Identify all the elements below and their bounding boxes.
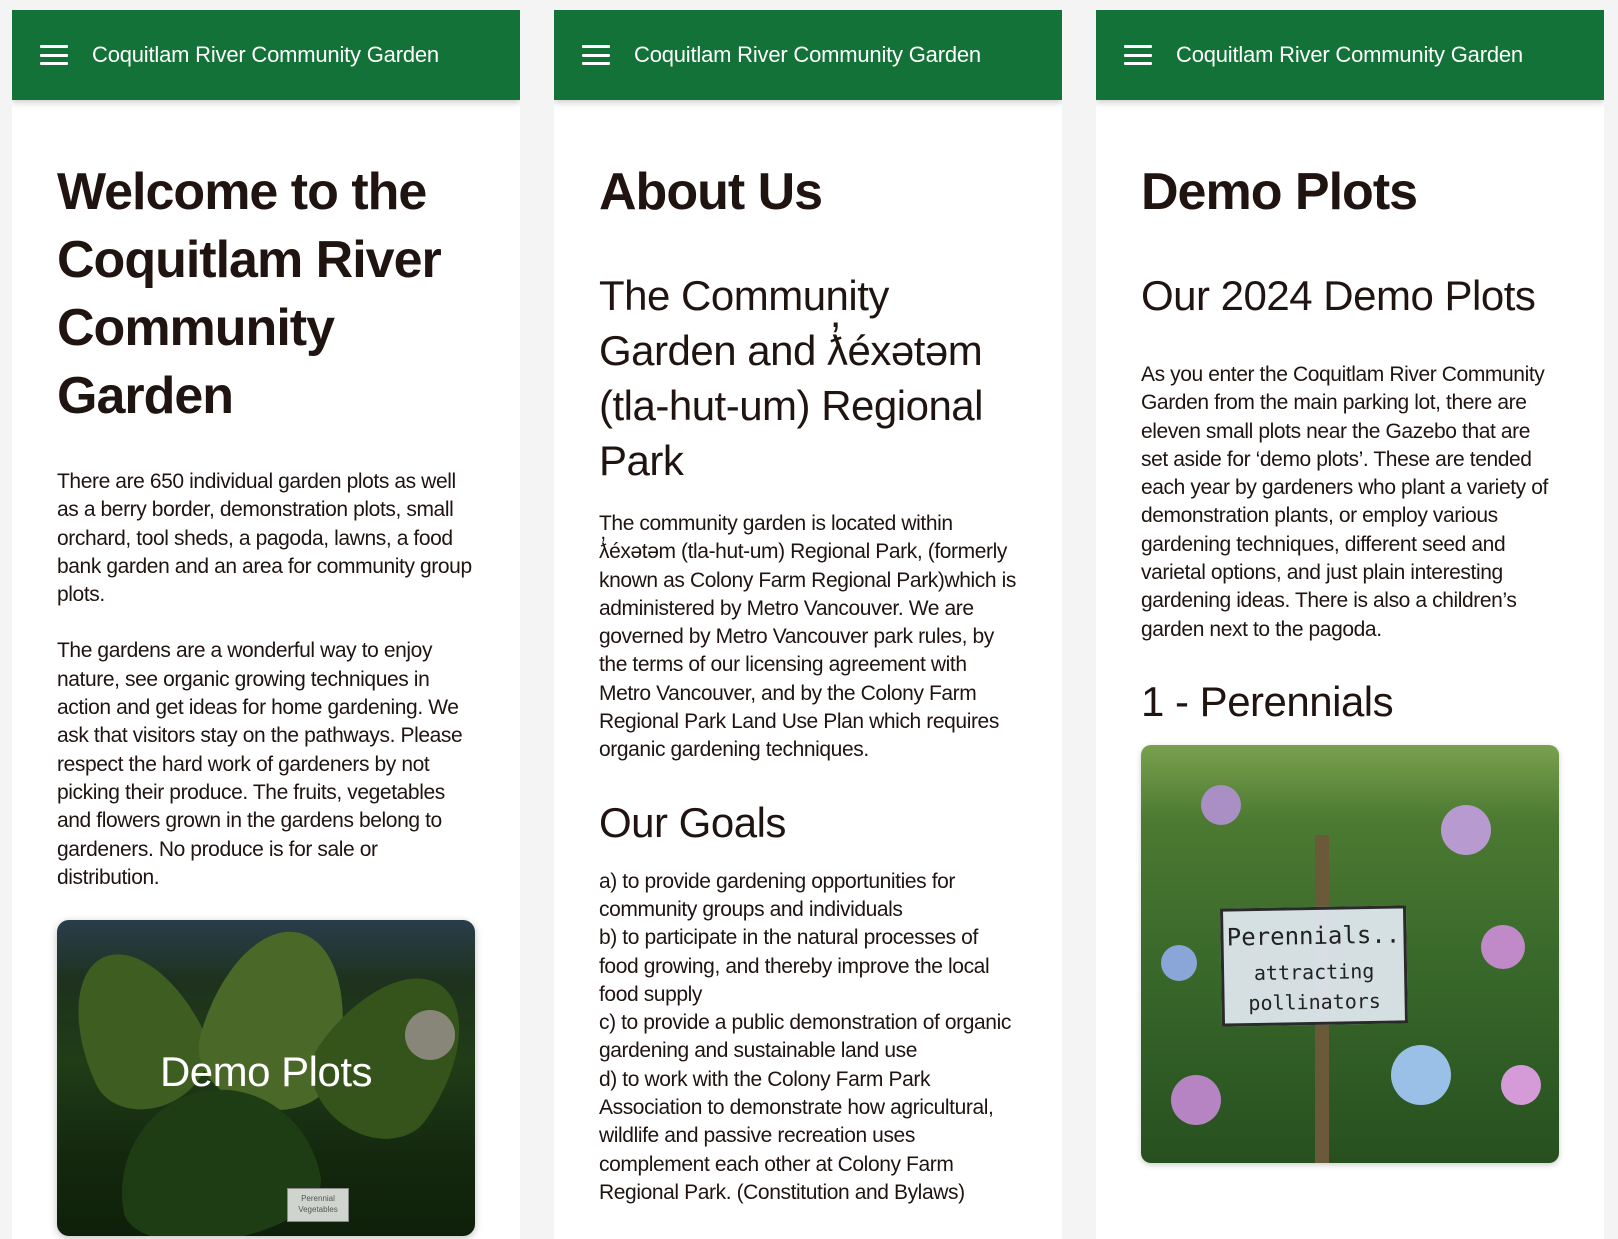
demo-plots-screen: Coquitlam River Community Garden Demo Pl…	[1096, 10, 1604, 1239]
home-content: Welcome to the Coquitlam River Community…	[12, 100, 520, 1237]
goal-item: c) to provide a public demonstration of …	[599, 1011, 1011, 1063]
hamburger-menu-icon[interactable]	[40, 45, 68, 65]
app-title: Coquitlam River Community Garden	[634, 42, 981, 67]
page-title: About Us	[599, 163, 823, 221]
app-title: Coquitlam River Community Garden	[1176, 42, 1523, 67]
about-screen: Coquitlam River Community Garden About U…	[554, 10, 1062, 1239]
goals-heading: Our Goals	[599, 798, 786, 846]
intro-paragraph: There are 650 individual garden plots as…	[57, 470, 472, 607]
about-content: About Us The Community Garden and ƛ̓éxət…	[554, 100, 1062, 1207]
flower-cluster	[1171, 1074, 1221, 1125]
plot-heading: 1 - Perennials	[1141, 677, 1394, 725]
app-bar: Coquitlam River Community Garden	[554, 10, 1062, 100]
perennials-photo: Perennials.. attracting pollinators	[1141, 744, 1559, 1163]
home-screen: Coquitlam River Community Garden Welcome…	[12, 10, 520, 1239]
demo-plots-card[interactable]: Perennial Vegetables Demo Plots	[57, 920, 475, 1237]
app-bar: Coquitlam River Community Garden	[1096, 10, 1604, 100]
section-heading: The Community Garden and ƛ̓éxətəm (tla-h…	[599, 272, 984, 484]
page-title: Demo Plots	[1141, 163, 1418, 221]
section-heading: Our 2024 Demo Plots	[1141, 272, 1536, 319]
sign-line-2: attracting	[1253, 958, 1375, 986]
flower-cluster	[1481, 924, 1525, 969]
hamburger-menu-icon[interactable]	[1124, 45, 1152, 65]
goal-item: d) to work with the Colony Farm Park Ass…	[599, 1067, 994, 1204]
page-title: Welcome to the Coquitlam River Community…	[57, 163, 442, 425]
demo-content: Demo Plots Our 2024 Demo Plots As you en…	[1096, 100, 1604, 1163]
flower-cluster	[1391, 1044, 1451, 1105]
visitor-paragraph: The gardens are a wonderful way to enjoy…	[57, 639, 463, 889]
perennials-sign: Perennials.. attracting pollinators	[1219, 905, 1409, 1027]
flower-cluster	[1161, 944, 1197, 981]
goal-item: a) to provide gardening opportunities fo…	[599, 869, 956, 921]
goals-list: a) to provide gardening opportunities fo…	[599, 868, 1017, 1208]
app-title: Coquitlam River Community Garden	[92, 42, 439, 67]
perennial-sign: Perennial Vegetables	[287, 1188, 349, 1223]
about-paragraph: The community garden is located within ƛ…	[599, 512, 1016, 762]
flower-cluster	[1501, 1064, 1541, 1105]
goal-item: b) to participate in the natural process…	[599, 926, 990, 1006]
screens-container: Coquitlam River Community Garden Welcome…	[0, 0, 1618, 1239]
sign-line-3: pollinators	[1248, 988, 1382, 1016]
hamburger-menu-icon[interactable]	[582, 45, 610, 65]
flower-cluster	[1201, 784, 1241, 825]
flower-cluster	[1441, 804, 1491, 855]
card-label: Demo Plots	[159, 1048, 373, 1096]
demo-paragraph: As you enter the Coquitlam River Communi…	[1141, 363, 1548, 641]
sign-line-1: Perennials..	[1226, 920, 1401, 952]
app-bar: Coquitlam River Community Garden	[12, 10, 520, 100]
